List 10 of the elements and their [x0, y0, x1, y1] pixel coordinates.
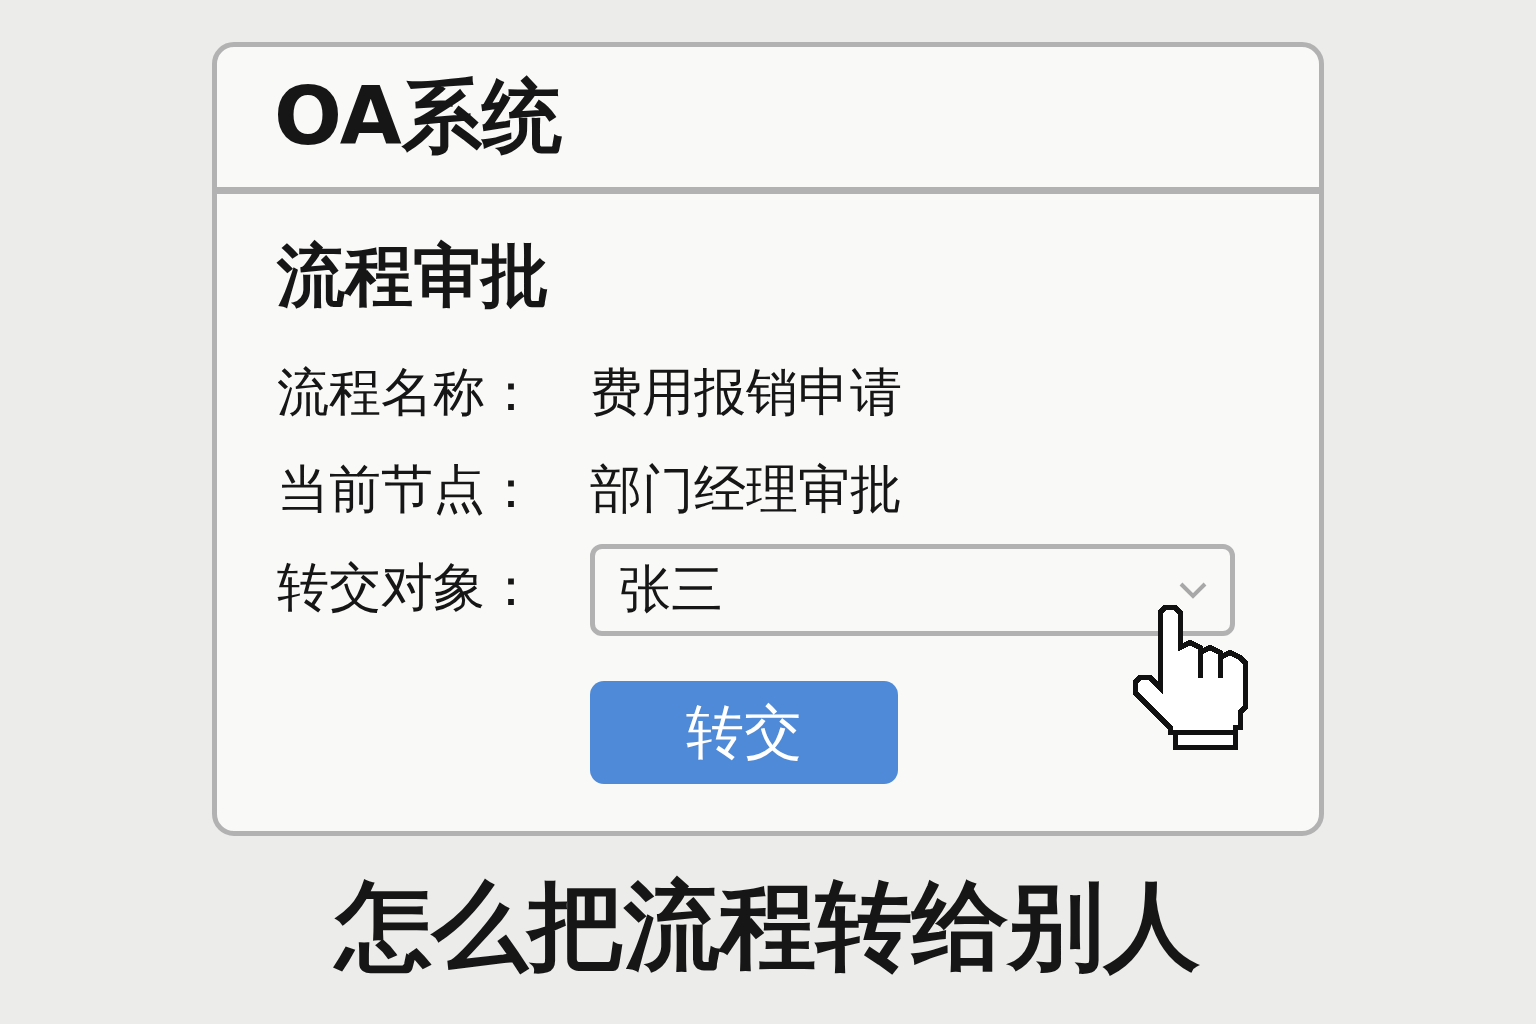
- field-label: 流程名称：: [277, 361, 538, 424]
- field-value: 费用报销申请: [590, 361, 903, 424]
- field-value: 部门经理审批: [590, 458, 903, 521]
- field-label: 当前节点：: [277, 458, 538, 521]
- chevron-icon: [1178, 581, 1208, 599]
- transfer-button[interactable]: 转交: [590, 681, 898, 784]
- section-heading: 流程审批: [277, 242, 550, 310]
- window-title: OA系统: [274, 77, 562, 157]
- dropdown-field[interactable]: 张三: [590, 544, 1235, 636]
- field-label: 转交对象：: [277, 555, 538, 619]
